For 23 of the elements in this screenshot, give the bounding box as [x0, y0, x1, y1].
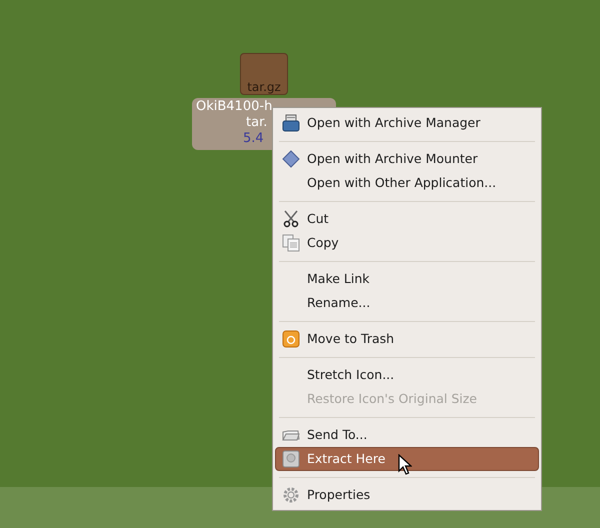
open-folder-icon: [282, 428, 300, 442]
menu-item[interactable]: Make Link: [275, 267, 539, 291]
file-label-text: OkiB4100-h: [195, 99, 272, 115]
menu-item[interactable]: Stretch Icon...: [275, 363, 539, 387]
gear-icon: [282, 486, 300, 504]
menu-item[interactable]: Copy: [275, 231, 539, 255]
file-label-text: 5.4: [242, 131, 264, 147]
drive-icon: [282, 450, 300, 468]
menu-item[interactable]: Extract Here: [275, 447, 539, 471]
copy-icon: [282, 234, 300, 252]
menu-item[interactable]: Open with Other Application...: [275, 171, 539, 195]
menu-item[interactable]: Move to Trash: [275, 327, 539, 351]
menu-item[interactable]: Properties: [275, 483, 539, 507]
trash-icon: [282, 330, 300, 348]
file-label-text: tar.: [245, 115, 268, 131]
menu-item[interactable]: Open with Archive Mounter: [275, 147, 539, 171]
menu-item[interactable]: Send To...: [275, 423, 539, 447]
mouse-pointer-icon: [398, 454, 412, 476]
menu-item[interactable]: Cut: [275, 207, 539, 231]
menu-item[interactable]: Rename...: [275, 291, 539, 315]
icon-label: tar.gz: [247, 81, 281, 93]
archive-folder-icon: [282, 114, 300, 132]
scissors-icon: [282, 210, 300, 228]
